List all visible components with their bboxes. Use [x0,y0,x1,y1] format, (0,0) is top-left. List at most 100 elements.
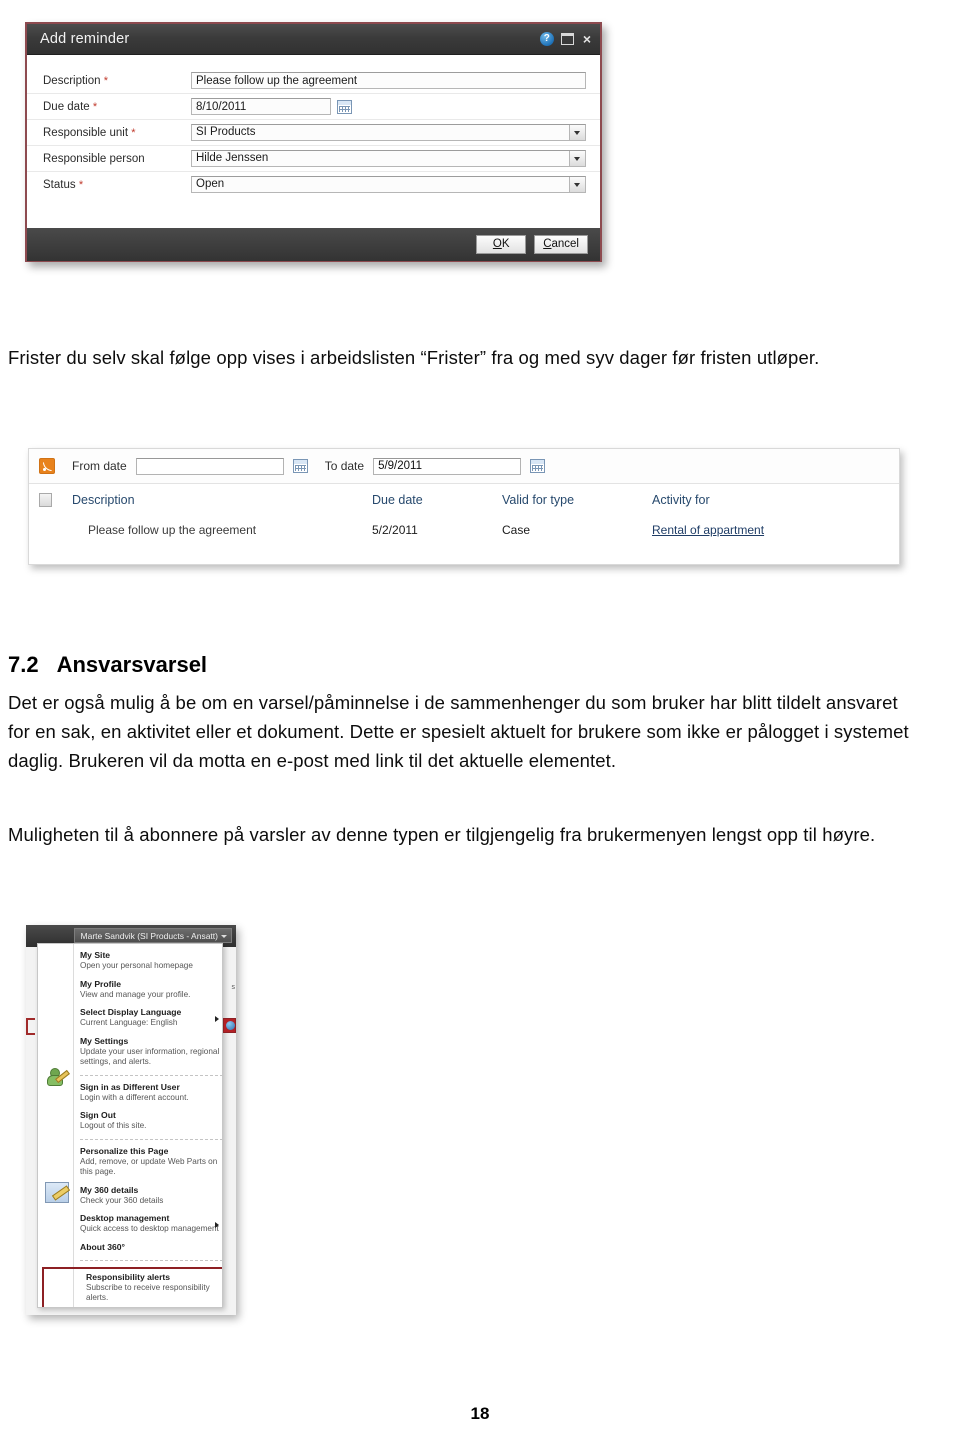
paragraph-ansvarsvarsel: Det er også mulig å be om en varsel/påmi… [8,692,909,771]
pencil-shape [51,1185,71,1201]
cell-due-date: 5/2/2011 [372,523,418,537]
personalize-page-icon [45,1182,71,1203]
menu-item-title: About 360° [80,1241,125,1252]
menu-item-desc: View and manage your profile. [80,989,191,999]
table-row[interactable]: Please follow up the agreement 5/2/2011 … [29,516,899,544]
menu-item-title: Personalize this Page [80,1145,169,1156]
column-header-description[interactable]: Description [72,493,372,507]
column-header-activity-for[interactable]: Activity for [652,493,852,507]
submenu-arrow-icon [215,1016,219,1022]
menu-item-desktop-management[interactable]: Desktop management Quick access to deskt… [80,1213,222,1235]
reminder-list-screenshot: From date To date 5/9/2011 Description D… [28,448,900,565]
ok-button[interactable]: OK [476,235,527,254]
responsible-unit-value: SI Products [196,126,256,138]
menu-item-my-site[interactable]: My Site Open your personal homepage [80,950,222,972]
cancel-button[interactable]: Cancel [534,235,588,254]
chevron-down-icon[interactable] [569,151,585,166]
due-date-input[interactable]: 8/10/2011 [191,98,331,115]
form-row-status: Status * Open [27,172,600,197]
column-header-due-date[interactable]: Due date [372,493,502,507]
control-description: Please follow up the agreement [191,72,586,89]
dialog-form: Description * Please follow up the agree… [27,55,600,228]
menu-item-desc: Check your 360 details [80,1195,164,1205]
calendar-icon[interactable] [530,459,546,473]
rss-feed-icon[interactable] [39,458,55,474]
paragraph-frister: Frister du selv skal følge opp vises i a… [8,347,820,368]
label-responsible-person: Responsible person [43,153,191,165]
edge-badge-icon [223,1018,236,1033]
edge-highlight-fragment [26,1018,35,1035]
menu-item-sign-in-as-different-user[interactable]: Sign in as Different User Login with a d… [80,1081,222,1104]
user-menu-button[interactable]: Marte Sandvik (SI Products - Ansatt) [73,928,232,943]
from-date-label: From date [72,459,127,473]
label-responsible-unit: Responsible unit * [43,127,191,139]
description-input[interactable]: Please follow up the agreement [191,72,586,89]
menu-separator [80,1138,222,1140]
menu-item-title: Responsibility alerts [86,1271,171,1282]
label-status: Status * [43,179,191,191]
menu-item-title: My 360 details [80,1184,139,1195]
status-select[interactable]: Open [191,176,586,193]
list-header-row: Description Due date Valid for type Acti… [29,484,899,516]
page-number: 18 [470,1404,490,1423]
menu-item-title: My Settings [80,1035,129,1046]
menu-item-title: Select Display Language [80,1007,182,1017]
menu-item-title: My Site [80,950,111,960]
menu-item-sign-out[interactable]: Sign Out Logout of this site. [80,1110,222,1132]
user-menu-screenshot: Marte Sandvik (SI Products - Ansatt) My … [26,925,236,1315]
dialog-titlebar: Add reminder ? × [27,24,600,55]
menu-item-personalize-this-page[interactable]: Personalize this Page Add, remove, or up… [80,1145,222,1178]
menu-item-desc: Open your personal homepage [80,961,193,970]
menu-item-my-profile[interactable]: My Profile View and manage your profile. [80,978,222,1001]
menu-item-desc: Login with a different account. [80,1092,189,1102]
add-reminder-dialog: Add reminder ? × Description * Please fo… [25,22,602,262]
menu-item-desc: Subscribe to receive responsibility aler… [86,1282,210,1303]
chevron-down-icon[interactable] [569,125,585,140]
calendar-icon[interactable] [292,459,308,473]
menu-item-responsibility-alerts[interactable]: Responsibility alerts Subscribe to recei… [42,1266,222,1307]
close-icon[interactable]: × [581,32,593,46]
control-status: Open [191,176,586,193]
required-marker: * [103,74,109,87]
user-settings-icon [46,1068,70,1088]
dialog-window-buttons: ? × [539,32,593,46]
menu-icon-gutter [38,944,74,1307]
select-all-checkbox[interactable] [39,493,52,507]
menu-item-desc: Add, remove, or update Web Parts on this… [80,1156,218,1177]
menu-item-desc: Logout of this site. [80,1121,147,1130]
label-status-text: Status [43,178,76,191]
responsible-unit-select[interactable]: SI Products [191,124,586,141]
menu-item-title: My Profile [80,978,122,989]
user-menu-items: My Site Open your personal homepage My P… [42,944,222,1307]
column-header-valid-for-type[interactable]: Valid for type [502,493,652,507]
form-row-responsible-person: Responsible person Hilde Jenssen [27,146,600,172]
to-date-input[interactable]: 5/9/2011 [373,457,522,475]
chevron-down-icon[interactable] [569,177,585,192]
cell-description: Please follow up the agreement [88,523,257,537]
required-marker: * [78,178,84,191]
menu-item-desc: Quick access to desktop management [80,1224,219,1233]
from-date-input[interactable] [135,457,284,475]
menu-separator [80,1259,222,1261]
label-due-date-text: Due date [43,100,90,113]
label-responsible-unit-text: Responsible unit [43,126,129,139]
to-date-label: To date [324,459,365,473]
menu-item-my-settings[interactable]: My Settings Update your user information… [80,1035,222,1068]
required-marker: * [131,126,136,139]
calendar-icon[interactable] [337,99,352,114]
menu-item-title: Sign in as Different User [80,1081,180,1092]
help-icon[interactable]: ? [539,32,554,46]
label-responsible-person-text: Responsible person [43,152,145,165]
menu-item-my-360-details[interactable]: My 360 details Check your 360 details [80,1184,222,1207]
dialog-title: Add reminder [40,31,130,47]
menu-item-select-display-language[interactable]: Select Display Language Current Language… [80,1007,222,1029]
responsible-person-select[interactable]: Hilde Jenssen [191,150,586,167]
form-row-due-date: Due date * 8/10/2011 [27,94,600,120]
control-responsible-person: Hilde Jenssen [191,150,586,167]
restore-window-icon[interactable] [560,33,574,45]
required-marker: * [92,100,98,113]
menu-item-about-360[interactable]: About 360° [80,1241,222,1253]
activity-for-link[interactable]: Rental of appartment [652,523,764,537]
label-description: Description * [43,75,191,87]
control-due-date: 8/10/2011 [191,98,586,115]
